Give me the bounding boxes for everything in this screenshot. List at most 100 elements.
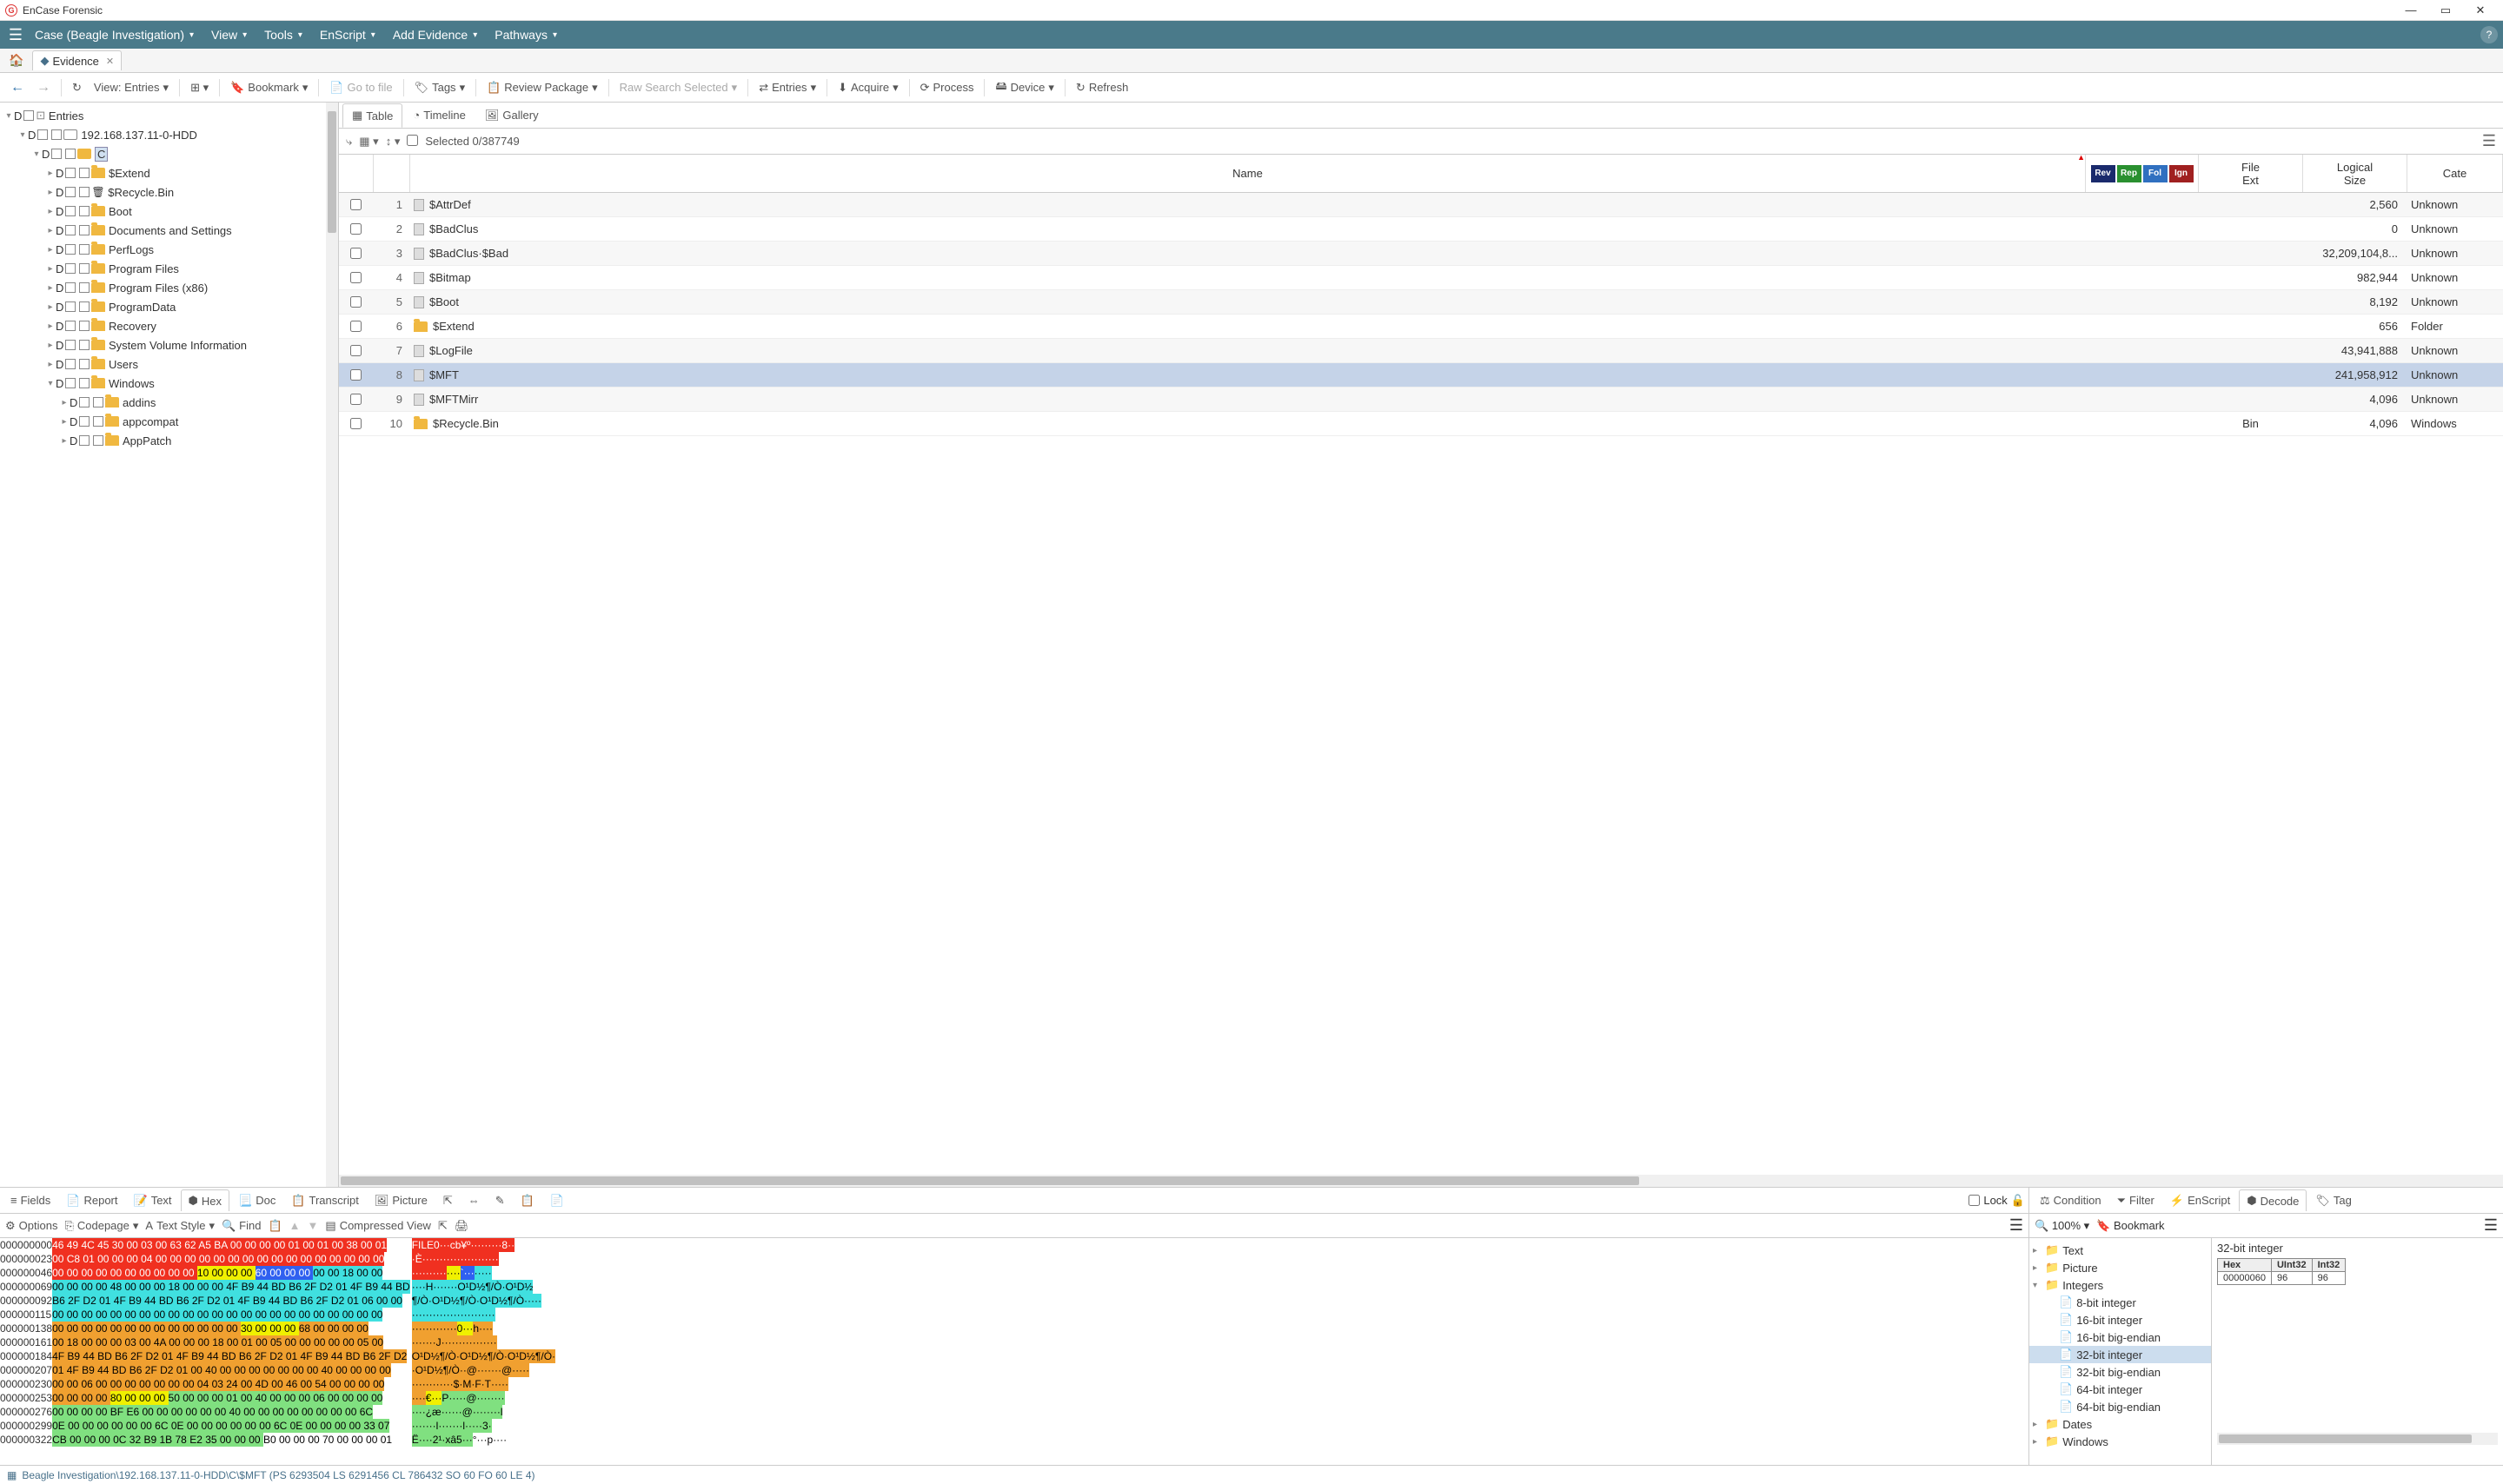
tree-node[interactable]: ▾D Windows [0, 374, 338, 393]
next-icon[interactable]: ▼ [308, 1219, 319, 1232]
table-row[interactable]: 10$Recycle.BinBin4,096Windows [339, 412, 2503, 436]
col-name[interactable]: ▲Name [410, 155, 2086, 192]
tree-node[interactable]: ▸D Documents and Settings [0, 221, 338, 240]
tab-evidence[interactable]: ◆ Evidence ✕ [32, 50, 122, 70]
col-checkbox[interactable] [339, 155, 374, 192]
acquire-dropdown[interactable]: ⬇ Acquire ▾ [833, 77, 904, 98]
table-row[interactable]: 1$AttrDef2,560Unknown [339, 193, 2503, 217]
home-icon[interactable]: 🏠 [3, 53, 29, 68]
tree-scrollbar[interactable] [326, 103, 338, 1187]
tags-dropdown[interactable]: 🏷 Tags ▾ [409, 77, 471, 98]
decode-tree-item[interactable]: 📄16-bit big-endian [2029, 1328, 2211, 1346]
tree-node[interactable]: ▸D PerfLogs [0, 240, 338, 259]
tab-report[interactable]: 📄 Report [59, 1190, 124, 1211]
tab-doc[interactable]: 📃 Doc [231, 1190, 282, 1211]
refresh-view-icon[interactable]: ↻ [67, 77, 87, 98]
badge-fol[interactable]: Fol [2143, 165, 2168, 182]
export-hex-icon[interactable]: ⇱ [438, 1219, 448, 1233]
minimize-button[interactable]: — [2393, 3, 2428, 17]
grid-hscroll[interactable] [339, 1175, 2503, 1187]
table-row[interactable]: 2$BadClus0Unknown [339, 217, 2503, 242]
decode-tree-item[interactable]: ▾📁Integers [2029, 1276, 2211, 1294]
col-badges[interactable]: RevRepFolIgn [2086, 155, 2199, 192]
tree-node[interactable]: ▸D Program Files [0, 259, 338, 278]
gotofile-button[interactable]: 📄 Go to file [324, 77, 397, 98]
tree-node[interactable]: ▸D Boot [0, 202, 338, 221]
col-logical-size[interactable]: LogicalSize [2303, 155, 2407, 192]
tab-timeline[interactable]: ◔ Timeline [404, 104, 475, 126]
hamburger-icon[interactable]: ☰ [5, 26, 26, 44]
tab-filter[interactable]: ⏷ Filter [2110, 1190, 2161, 1211]
refresh-button[interactable]: ↻ Refresh [1071, 77, 1133, 98]
tree-node[interactable]: ▸D🗑 $Recycle.Bin [0, 182, 338, 202]
table-row[interactable]: 9$MFTMirr4,096Unknown [339, 388, 2503, 412]
menu-case[interactable]: Case (Beagle Investigation) [26, 28, 202, 42]
col-file-ext[interactable]: FileExt [2199, 155, 2303, 192]
tab-fields[interactable]: ≡ Fields [3, 1190, 57, 1210]
decode-tree-item[interactable]: 📄32-bit integer [2029, 1346, 2211, 1363]
tree-node[interactable]: ▸D ProgramData [0, 297, 338, 316]
help-icon[interactable]: ? [2480, 26, 2498, 43]
table-row[interactable]: 6$Extend656Folder [339, 315, 2503, 339]
table-row[interactable]: 7$LogFile43,941,888Unknown [339, 339, 2503, 363]
decode-tree-item[interactable]: 📄8-bit integer [2029, 1294, 2211, 1311]
view-entries-dropdown[interactable]: View: Entries ▾ [89, 77, 174, 98]
decode-menu-icon[interactable]: ☰ [2484, 1216, 2498, 1235]
tab-text[interactable]: 📝 Text [127, 1190, 179, 1211]
prev-icon[interactable]: ▲ [289, 1219, 301, 1232]
decode-bookmark-button[interactable]: 🔖 Bookmark [2096, 1219, 2164, 1233]
decode-tree-item[interactable]: 📄32-bit big-endian [2029, 1363, 2211, 1381]
tab-gallery[interactable]: 🖼 Gallery [476, 104, 548, 127]
print-hex-icon[interactable]: 🖨 [455, 1219, 469, 1233]
copy-hex-icon[interactable]: 📋 [268, 1219, 282, 1233]
tab-copy-icon[interactable]: 📋 [514, 1190, 541, 1211]
tree-node[interactable]: ▸D Users [0, 354, 338, 374]
close-button[interactable]: ✕ [2463, 3, 2498, 17]
bookmark-dropdown[interactable]: 🔖 Bookmark ▾ [225, 77, 313, 98]
menu-tools[interactable]: Tools [256, 28, 311, 42]
tree-node[interactable]: ▸D addins [0, 393, 338, 412]
forward-button[interactable]: → [31, 76, 56, 99]
badge-rep[interactable]: Rep [2117, 165, 2141, 182]
raw-search-dropdown[interactable]: Raw Search Selected ▾ [614, 77, 743, 98]
tree-node[interactable]: ▾D C [0, 144, 338, 163]
badge-rev[interactable]: Rev [2091, 165, 2115, 182]
tab-table[interactable]: ▦ Table [342, 103, 402, 128]
col-category[interactable]: Cate [2407, 155, 2503, 192]
entries-dropdown[interactable]: ⇄ Entries ▾ [754, 77, 821, 98]
layout-icon[interactable]: ⊞ ▾ [185, 77, 214, 98]
hex-view[interactable]: 000000000 000000023 000000046 000000069 … [0, 1238, 2028, 1465]
tool-sort-icon[interactable]: ↕ ▾ [386, 135, 401, 149]
tree-node[interactable]: ▸D appcompat [0, 412, 338, 431]
options-button[interactable]: ⚙ Options [5, 1219, 57, 1233]
tree-node[interactable]: ▸D Program Files (x86) [0, 278, 338, 297]
tab-enscript-lower[interactable]: ⚡ EnScript [2163, 1190, 2237, 1211]
compressed-view-button[interactable]: ▤ Compressed View [325, 1219, 431, 1233]
device-dropdown[interactable]: 🖴 Device ▾ [990, 75, 1059, 101]
decode-hscroll[interactable] [2217, 1433, 2498, 1445]
process-button[interactable]: ⟳ Process [915, 77, 979, 98]
tab-brush-icon[interactable]: ✎ [488, 1190, 512, 1211]
decode-tree-item[interactable]: ▸📁Picture [2029, 1259, 2211, 1276]
tree-node[interactable]: ▸D Recovery [0, 316, 338, 335]
tool-grid-icon[interactable]: ▦ ▾ [359, 135, 378, 149]
maximize-button[interactable]: ▭ [2428, 3, 2463, 17]
menu-view[interactable]: View [202, 28, 256, 42]
codepage-dropdown[interactable]: ⎘ Codepage ▾ [64, 1219, 138, 1233]
decode-tree-item[interactable]: ▸📁Dates [2029, 1415, 2211, 1433]
zoom-dropdown[interactable]: 🔍 100% ▾ [2035, 1219, 2089, 1233]
tree-node[interactable]: ▸D $Extend [0, 163, 338, 182]
tab-close-icon[interactable]: ✕ [106, 56, 114, 67]
tab-export-icon[interactable]: ⇱ [436, 1190, 460, 1211]
tab-picture[interactable]: 🖼 Picture [368, 1190, 435, 1211]
table-row[interactable]: 4$Bitmap982,944Unknown [339, 266, 2503, 290]
hex-menu-icon[interactable]: ☰ [2009, 1216, 2023, 1235]
decode-tree-item[interactable]: ▸📁Text [2029, 1242, 2211, 1259]
table-row[interactable]: 8$MFT241,958,912Unknown [339, 363, 2503, 388]
menu-enscript[interactable]: EnScript [311, 28, 384, 42]
back-button[interactable]: ← [5, 76, 30, 99]
tab-tag[interactable]: 🏷 Tag [2308, 1190, 2358, 1211]
table-row[interactable]: 5$Boot8,192Unknown [339, 290, 2503, 315]
tab-link-icon[interactable]: ⇔ [461, 1190, 487, 1210]
tree-node[interactable]: ▸D System Volume Information [0, 335, 338, 354]
